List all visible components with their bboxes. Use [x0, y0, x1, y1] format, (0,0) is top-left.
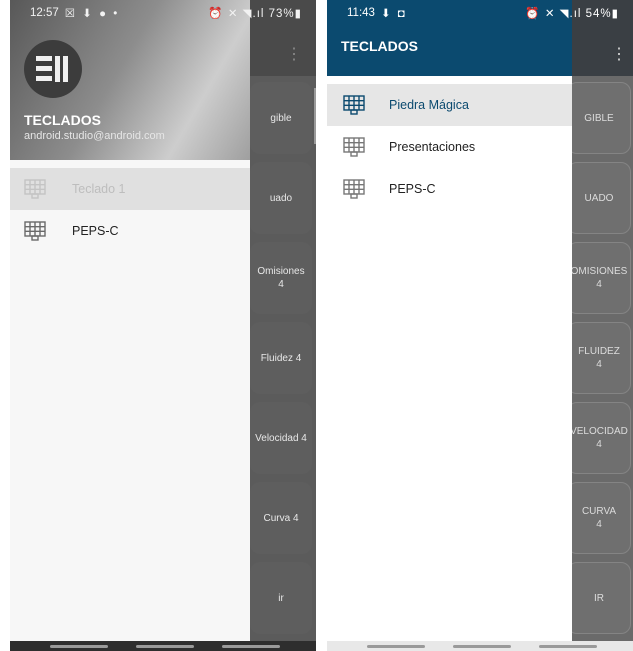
nav-home-button[interactable] — [136, 645, 194, 648]
system-navigation-bar — [327, 641, 633, 651]
menu-item-label: PEPS-C — [72, 224, 119, 238]
bg-button-omisiones[interactable]: Omisiones 4 — [250, 242, 312, 314]
left-phone-screen: 12:57 ☒ ⬇ ● • ⏰ ✕ ◥.ıl 73%▮ ⋮ gible uado… — [10, 0, 316, 651]
keyboard-grid-icon — [24, 179, 46, 199]
nav-back-button[interactable] — [222, 645, 280, 648]
menu-item-peps-c[interactable]: PEPS-C — [327, 168, 572, 210]
menu-item-label: Presentaciones — [389, 140, 476, 154]
drawer-title: TECLADOS — [24, 112, 101, 128]
nav-recents-button[interactable] — [50, 645, 108, 648]
nav-back-button[interactable] — [539, 645, 597, 648]
bg-button-curva[interactable]: Curva 4 — [250, 482, 312, 554]
notification-icons: ⬇ ◘ — [380, 8, 407, 20]
menu-item-peps-c[interactable]: PEPS-C — [10, 210, 250, 252]
overflow-menu-icon[interactable]: ⋮ — [611, 44, 627, 64]
nav-recents-button[interactable] — [367, 645, 425, 648]
bg-button-fluidez[interactable]: Fluidez 4 — [250, 322, 312, 394]
account-email: android.studio@android.com — [24, 130, 165, 142]
bg-button-salir[interactable]: IR — [567, 562, 631, 634]
nav-home-button[interactable] — [453, 645, 511, 648]
keyboard-grid-icon — [343, 179, 365, 199]
app-logo-icon — [24, 40, 82, 98]
system-navigation-bar — [10, 641, 316, 651]
bg-button-2[interactable]: UADO — [567, 162, 631, 234]
keyboard-grid-icon — [343, 137, 365, 157]
status-bar: 12:57 ☒ ⬇ ● • ⏰ ✕ ◥.ıl 73%▮ — [10, 0, 316, 26]
scroll-indicator — [314, 88, 316, 144]
bg-button-curva[interactable]: CURVA 4 — [567, 482, 631, 554]
keyboard-grid-icon — [343, 95, 365, 115]
status-bar: 11:43 ⬇ ◘ ⏰ ✕ ◥.ıl 54%▮ — [327, 0, 633, 26]
bg-button-salir[interactable]: ir — [250, 562, 312, 634]
status-time: 11:43 — [347, 7, 375, 19]
menu-item-label: Teclado 1 — [72, 182, 126, 196]
menu-item-piedra-magica[interactable]: Piedra Mágica — [327, 84, 572, 126]
bg-button-1[interactable]: GIBLE — [567, 82, 631, 154]
menu-item-presentaciones[interactable]: Presentaciones — [327, 126, 572, 168]
menu-item-label: PEPS-C — [389, 182, 436, 196]
bg-button-velocidad[interactable]: VELOCIDAD 4 — [567, 402, 631, 474]
notification-icons: ☒ ⬇ ● • — [64, 8, 120, 20]
navigation-drawer: TECLADOS android.studio@android.com Tecl… — [10, 0, 250, 651]
bg-button-omisiones[interactable]: OMISIONES 4 — [567, 242, 631, 314]
system-icons: ⏰ ✕ ◥.ıl 54%▮ — [525, 8, 619, 20]
drawer-title: TECLADOS — [341, 38, 418, 54]
bg-button-1[interactable]: gible — [250, 82, 312, 154]
right-phone-screen: 11:43 ⬇ ◘ ⏰ ✕ ◥.ıl 54%▮ ⋮ GIBLE UADO OMI… — [327, 0, 633, 651]
bg-button-fluidez[interactable]: FLUIDEZ 4 — [567, 322, 631, 394]
menu-item-label: Piedra Mágica — [389, 98, 469, 112]
status-time: 12:57 — [30, 7, 59, 19]
drawer-menu: Piedra Mágica Presentaciones PEPS-C — [327, 84, 572, 210]
bg-button-velocidad[interactable]: Velocidad 4 — [250, 402, 312, 474]
drawer-menu: Teclado 1 PEPS-C — [10, 168, 250, 252]
system-icons: ⏰ ✕ ◥.ıl 73%▮ — [208, 8, 302, 20]
overflow-menu-icon[interactable]: ⋮ — [286, 44, 302, 64]
menu-item-teclado-1[interactable]: Teclado 1 — [10, 168, 250, 210]
navigation-drawer: TECLADOS Piedra Mágica Presentaciones PE… — [327, 0, 572, 651]
bg-button-2[interactable]: uado — [250, 162, 312, 234]
keyboard-grid-icon — [24, 221, 46, 241]
